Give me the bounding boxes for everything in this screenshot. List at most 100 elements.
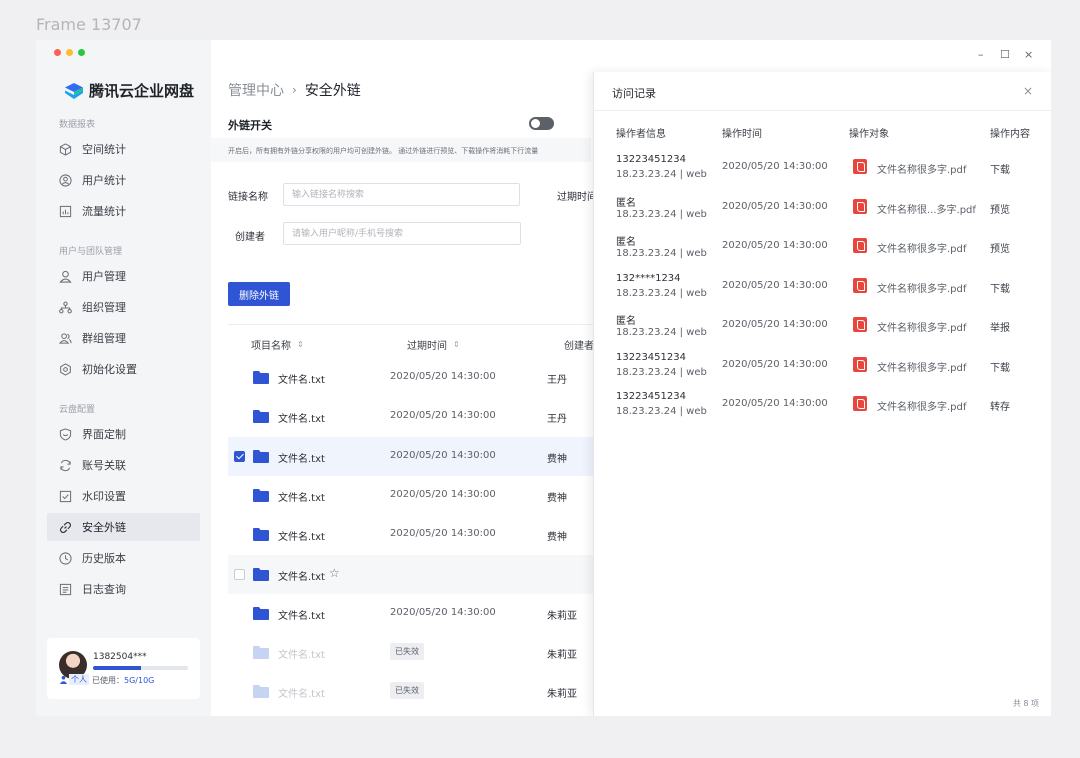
sidebar-item-label: 界面定制: [82, 428, 126, 441]
table-row[interactable]: 文件名.txt 2020/05/20 14:30:00 王丹: [228, 397, 608, 436]
table-row[interactable]: 文件名.txt 2020/05/20 14:30:00 费神: [228, 476, 608, 515]
operator-name: 匿名: [616, 237, 636, 248]
operation-target-file[interactable]: 文件名称很...多字.pdf: [877, 201, 976, 216]
star-icon[interactable]: ☆: [329, 566, 340, 580]
operation-target-file[interactable]: 文件名称很多字.pdf: [877, 398, 966, 413]
link-switch-description: 开启后，所有拥有外链分享权限的用户均可创建外链。 通过外链进行预览、下载操作将消…: [211, 138, 591, 162]
sidebar-item-label: 用户管理: [82, 270, 126, 283]
breadcrumb-parent[interactable]: 管理中心: [228, 80, 284, 100]
sort-icon[interactable]: ⇕: [297, 340, 304, 349]
operation-time: 2020/05/20 14:30:00: [722, 358, 828, 370]
expire-time: 2020/05/20 14:30:00: [390, 449, 496, 461]
operation-target-file[interactable]: 文件名称很多字.pdf: [877, 280, 966, 295]
creator-label: 创建者: [235, 232, 265, 243]
sidebar-item-traffic-stats[interactable]: 流量统计: [47, 197, 200, 225]
pdf-icon: [853, 317, 867, 332]
operation-target-file[interactable]: 文件名称很多字.pdf: [877, 359, 966, 374]
operation-action: 举报: [990, 323, 1010, 334]
checkbox-icon: [59, 490, 72, 502]
sidebar-item-init-settings[interactable]: 初始化设置: [47, 355, 200, 383]
file-name[interactable]: 文件名.txt: [278, 568, 325, 583]
column-header-expire[interactable]: 过期时间 ⇕: [407, 337, 460, 352]
file-name[interactable]: 文件名.txt: [278, 685, 325, 700]
shield-icon: [59, 427, 72, 441]
row-checkbox[interactable]: [234, 568, 245, 580]
sync-icon: [60, 459, 71, 471]
folder-icon: [253, 371, 269, 384]
minimize-button[interactable]: –: [978, 48, 984, 61]
table-row[interactable]: 文件名.txt 2020/05/20 14:30:00 王丹: [228, 358, 608, 397]
creator-name: 朱莉亚: [547, 689, 577, 701]
sidebar-item-group-management[interactable]: 群组管理: [47, 324, 200, 352]
sort-icon[interactable]: ⇕: [453, 340, 460, 349]
close-dot[interactable]: [54, 49, 61, 56]
org-chart-icon: [59, 301, 72, 313]
pdf-icon: [853, 238, 867, 253]
sidebar-item-secure-link[interactable]: 安全外链: [47, 513, 200, 541]
row-checkbox[interactable]: [234, 450, 245, 462]
file-name[interactable]: 文件名.txt: [278, 607, 325, 622]
sidebar-item-org-management[interactable]: 组织管理: [47, 293, 200, 321]
sidebar-item-ui-customize[interactable]: 界面定制: [47, 420, 200, 448]
file-name[interactable]: 文件名.txt: [278, 646, 325, 661]
link-switch-toggle[interactable]: [529, 117, 554, 130]
table-row[interactable]: 文件名.txt 已失效 朱莉亚: [228, 633, 608, 672]
app-logo[interactable]: 腾讯云企业网盘: [64, 80, 194, 101]
file-name[interactable]: 文件名.txt: [278, 528, 325, 543]
file-name[interactable]: 文件名.txt: [278, 410, 325, 425]
operation-action: 预览: [990, 244, 1010, 255]
operation-target-file[interactable]: 文件名称很多字.pdf: [877, 319, 966, 334]
file-name[interactable]: 文件名.txt: [278, 450, 325, 465]
sidebar-item-label: 群组管理: [82, 332, 126, 345]
storage-usage-bar: [93, 666, 188, 670]
table-row[interactable]: 文件名.txt ☆: [228, 554, 608, 594]
operation-action: 转存: [990, 402, 1010, 413]
folder-icon: [253, 606, 269, 620]
sidebar-item-account-link[interactable]: 账号关联: [47, 451, 200, 479]
sidebar-item-user-stats[interactable]: 用户统计: [47, 166, 200, 194]
sidebar-item-label: 日志查询: [82, 583, 126, 596]
sidebar-item-log-query[interactable]: 日志查询: [47, 575, 200, 603]
operator-name: 13223451234: [616, 154, 686, 165]
minimize-dot[interactable]: [66, 49, 73, 56]
operation-target-file[interactable]: 文件名称很多字.pdf: [877, 161, 966, 176]
table-row[interactable]: 文件名.txt 已失效 朱莉亚: [228, 672, 608, 711]
folder-icon: [253, 488, 269, 502]
table-row[interactable]: 文件名.txt 2020/05/20 14:30:00 朱莉亚: [228, 594, 608, 633]
sidebar-item-label: 流量统计: [82, 205, 126, 218]
expired-badge: 已失效: [390, 643, 424, 661]
creator-name: 朱莉亚: [547, 650, 577, 662]
close-icon[interactable]: ×: [1023, 84, 1033, 98]
table-row[interactable]: 文件名.txt 2020/05/20 14:30:00 费神: [228, 515, 608, 554]
column-header-name[interactable]: 项目名称 ⇕: [251, 337, 304, 352]
sidebar: 腾讯云企业网盘 数据报表 空间统计 用户统计 流量统计 用户与团队管理 用户管理…: [36, 40, 211, 716]
operation-time: 2020/05/20 14:30:00: [722, 398, 828, 409]
access-record-row: 13223451234 18.23.23.24 | web 2020/05/20 1…: [594, 346, 1051, 385]
account-type-tag: 个人: [69, 674, 89, 685]
file-name[interactable]: 文件名.txt: [278, 371, 325, 386]
frame-label: Frame 13707: [36, 15, 142, 34]
sidebar-item-history-version[interactable]: 历史版本: [47, 544, 200, 572]
operation-target-file[interactable]: 文件名称很多字.pdf: [877, 240, 966, 255]
maximize-button[interactable]: ☐: [1000, 48, 1010, 61]
file-name[interactable]: 文件名.txt: [278, 489, 325, 504]
sidebar-item-watermark[interactable]: 水印设置: [47, 482, 200, 510]
sidebar-group-label: 云盘配置: [59, 405, 96, 415]
sidebar-item-user-management[interactable]: 用户管理: [47, 262, 200, 290]
access-record-panel: 访问记录 × 操作者信息 操作时间 操作对象 操作内容 13223451234 1…: [593, 72, 1051, 716]
column-header-label: 创建者: [564, 341, 594, 352]
operator-name: 13223451234: [616, 351, 686, 363]
creator-input[interactable]: [283, 222, 521, 245]
sidebar-item-space-stats[interactable]: 空间统计: [47, 135, 200, 163]
delete-link-button[interactable]: 删除外链: [228, 282, 290, 306]
user-card[interactable]: 1382504*** 个人 已使用：5G/10G: [47, 638, 200, 699]
close-window-button[interactable]: ×: [1024, 48, 1033, 61]
zoom-dot[interactable]: [78, 49, 85, 56]
pdf-icon: [853, 198, 867, 214]
operator-name: 132****1234: [616, 272, 681, 284]
bar-chart-icon: [59, 205, 72, 217]
creator-name: 费神: [547, 492, 567, 504]
table-row[interactable]: 文件名.txt 2020/05/20 14:30:00 费神: [228, 436, 608, 476]
page-title: 安全外链: [304, 83, 361, 99]
link-name-input[interactable]: [283, 183, 520, 206]
